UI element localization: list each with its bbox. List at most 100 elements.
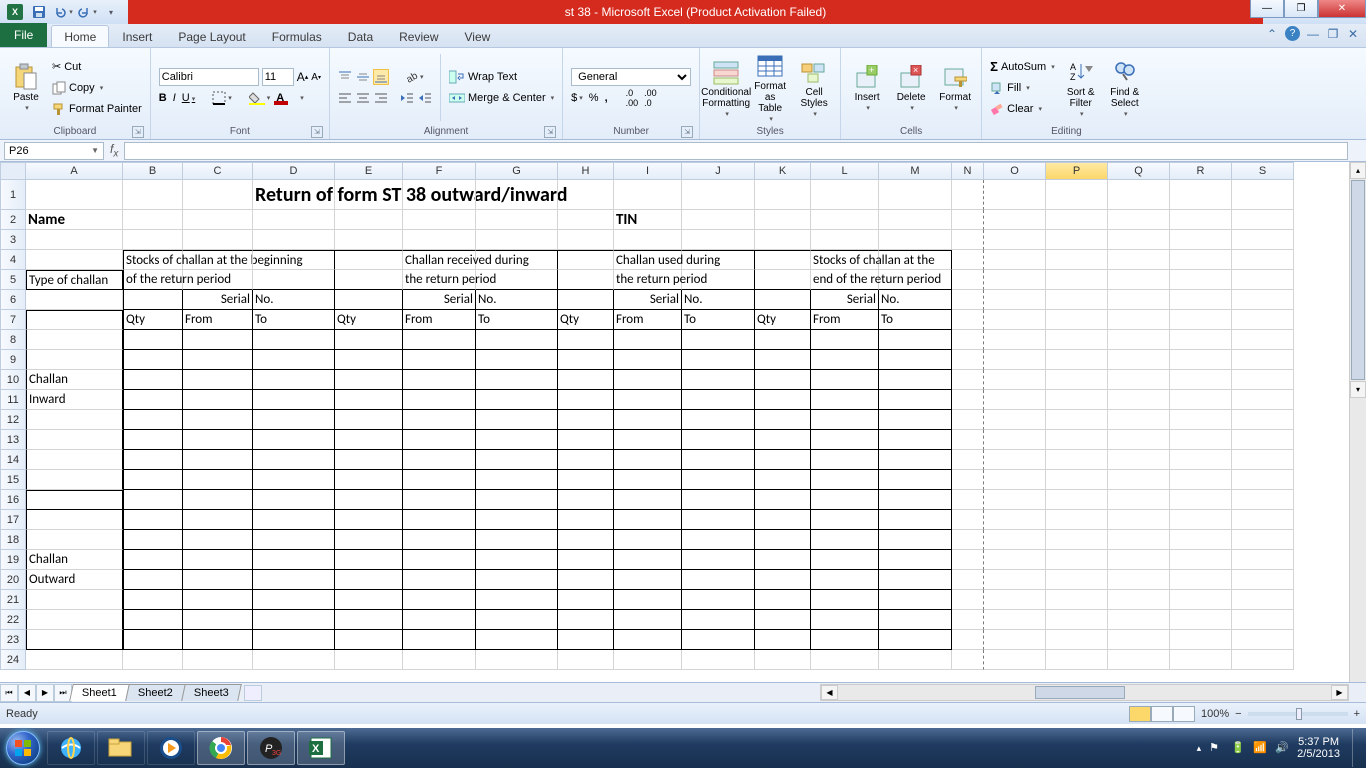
- cell[interactable]: [335, 370, 403, 390]
- qat-save-button[interactable]: [28, 2, 50, 22]
- cell[interactable]: [335, 590, 403, 610]
- cell[interactable]: [476, 270, 558, 290]
- row-header[interactable]: 9: [0, 350, 26, 370]
- cell[interactable]: [879, 210, 952, 230]
- clipboard-launcher[interactable]: ⇲: [132, 126, 144, 138]
- cell[interactable]: [558, 330, 614, 350]
- cell[interactable]: [183, 470, 253, 490]
- cell[interactable]: [984, 180, 1046, 210]
- cell[interactable]: [1108, 180, 1170, 210]
- cell[interactable]: [123, 390, 183, 410]
- cell[interactable]: [682, 370, 755, 390]
- cell[interactable]: [682, 470, 755, 490]
- cell[interactable]: [26, 610, 123, 630]
- cell[interactable]: [253, 550, 335, 570]
- column-header[interactable]: A: [26, 162, 123, 180]
- cell[interactable]: [614, 650, 682, 670]
- cell[interactable]: [253, 470, 335, 490]
- cell[interactable]: [984, 330, 1046, 350]
- cell[interactable]: [811, 230, 879, 250]
- cell[interactable]: [682, 570, 755, 590]
- cell[interactable]: [755, 290, 811, 310]
- cell[interactable]: [183, 390, 253, 410]
- cell[interactable]: [476, 450, 558, 470]
- page-break-view-button[interactable]: [1173, 706, 1195, 722]
- cell[interactable]: [1046, 410, 1108, 430]
- spreadsheet-grid[interactable]: ABCDEFGHIJKLMNOPQRS 12345678910111213141…: [0, 162, 1366, 682]
- column-header[interactable]: O: [984, 162, 1046, 180]
- column-header[interactable]: H: [558, 162, 614, 180]
- cell[interactable]: [984, 530, 1046, 550]
- cell[interactable]: [614, 470, 682, 490]
- cell[interactable]: [558, 430, 614, 450]
- cell[interactable]: [335, 250, 403, 270]
- cell[interactable]: [558, 630, 614, 650]
- cell[interactable]: [879, 430, 952, 450]
- cell[interactable]: [26, 470, 123, 490]
- cell[interactable]: [879, 590, 952, 610]
- cell[interactable]: [476, 550, 558, 570]
- cell[interactable]: [1170, 180, 1232, 210]
- cell[interactable]: [879, 470, 952, 490]
- cell[interactable]: [123, 550, 183, 570]
- cell[interactable]: [879, 490, 952, 510]
- row-header[interactable]: 11: [0, 390, 26, 410]
- cell[interactable]: [123, 290, 183, 310]
- cell[interactable]: [811, 610, 879, 630]
- column-header[interactable]: L: [811, 162, 879, 180]
- cell[interactable]: Qty: [558, 310, 614, 330]
- minimize-ribbon-button[interactable]: ⌃: [1265, 27, 1279, 41]
- cell[interactable]: [253, 570, 335, 590]
- cell[interactable]: [26, 230, 123, 250]
- cell[interactable]: [1046, 470, 1108, 490]
- increase-indent-button[interactable]: [418, 91, 432, 105]
- cell[interactable]: From: [183, 310, 253, 330]
- cell[interactable]: [476, 350, 558, 370]
- cell[interactable]: Serial: [403, 290, 476, 310]
- sheet-tab-2[interactable]: Sheet2: [125, 684, 185, 701]
- column-header[interactable]: D: [253, 162, 335, 180]
- cell[interactable]: [879, 330, 952, 350]
- cell[interactable]: [811, 490, 879, 510]
- cell[interactable]: [984, 550, 1046, 570]
- cell[interactable]: [1232, 490, 1294, 510]
- cell[interactable]: [614, 590, 682, 610]
- cell[interactable]: [879, 390, 952, 410]
- cell[interactable]: [755, 470, 811, 490]
- cell[interactable]: [952, 230, 984, 250]
- cell[interactable]: [476, 330, 558, 350]
- cell[interactable]: [1170, 550, 1232, 570]
- cell[interactable]: [879, 650, 952, 670]
- cell[interactable]: [253, 650, 335, 670]
- cell[interactable]: [558, 590, 614, 610]
- cell[interactable]: [1108, 570, 1170, 590]
- cell[interactable]: [984, 490, 1046, 510]
- cell[interactable]: [984, 390, 1046, 410]
- cell[interactable]: [26, 510, 123, 530]
- decrease-indent-button[interactable]: [400, 91, 414, 105]
- cell[interactable]: [1170, 370, 1232, 390]
- cell[interactable]: [811, 410, 879, 430]
- cell[interactable]: [403, 590, 476, 610]
- cell[interactable]: [335, 490, 403, 510]
- tray-clock[interactable]: 5:37 PM2/5/2013: [1297, 736, 1340, 760]
- cell[interactable]: [614, 550, 682, 570]
- cell[interactable]: [984, 290, 1046, 310]
- cell[interactable]: [183, 210, 253, 230]
- column-header[interactable]: C: [183, 162, 253, 180]
- cell[interactable]: [952, 590, 984, 610]
- cell[interactable]: [1170, 270, 1232, 290]
- font-name-select[interactable]: [159, 68, 259, 86]
- cell[interactable]: [1046, 370, 1108, 390]
- cell[interactable]: [403, 650, 476, 670]
- cell[interactable]: [682, 550, 755, 570]
- bold-button[interactable]: B: [159, 92, 167, 104]
- horizontal-scrollbar[interactable]: ◀▶: [820, 684, 1349, 701]
- find-select-button[interactable]: Find &Select: [1105, 50, 1145, 125]
- cell[interactable]: [1170, 450, 1232, 470]
- cell[interactable]: [403, 180, 476, 210]
- tray-battery-icon[interactable]: 🔋: [1231, 741, 1245, 755]
- align-center-button[interactable]: [356, 91, 370, 105]
- cell[interactable]: [253, 510, 335, 530]
- cell[interactable]: [984, 310, 1046, 330]
